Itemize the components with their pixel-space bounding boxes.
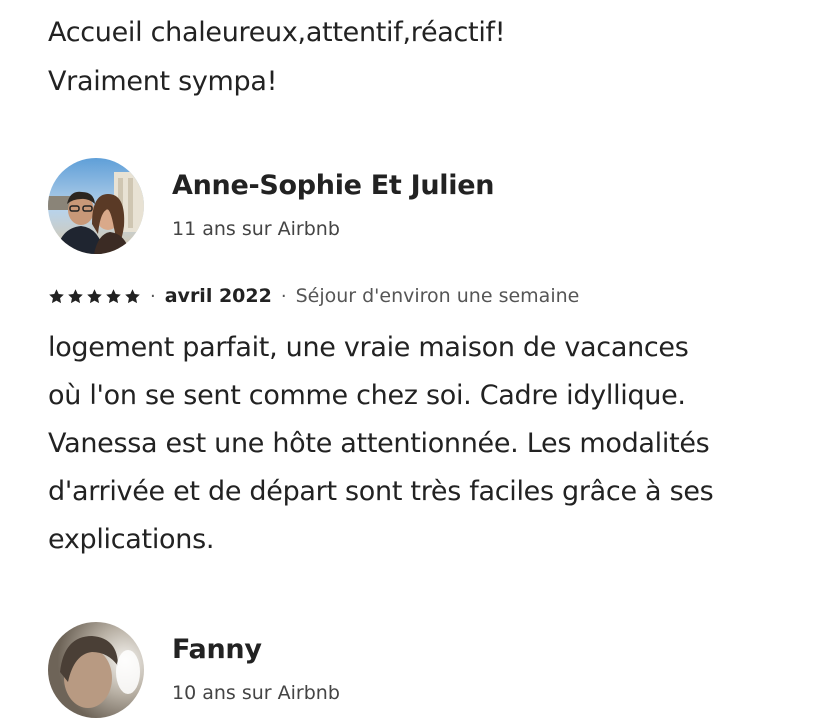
previous-review-line: Accueil chaleureux,attentif,réactif!: [48, 17, 506, 48]
star-icon: [106, 288, 121, 303]
meta-separator: ·: [280, 285, 287, 307]
reviews-page: { "previous_review": { "lines": [ "Accue…: [0, 0, 828, 718]
reviewer-name[interactable]: Fanny: [172, 634, 262, 665]
review-text-line: logement parfait, une vraie maison de va…: [48, 332, 689, 363]
review-card: Anne-Sophie Et Julien 11 ans sur Airbnb …: [48, 158, 788, 555]
previous-review-text: Accueil chaleureux,attentif,réactif! Vra…: [48, 8, 788, 106]
review-header: Anne-Sophie Et Julien 11 ans sur Airbnb: [48, 158, 788, 254]
previous-review-line: Vraiment sympa!: [48, 66, 278, 97]
star-icon: [87, 288, 102, 303]
person-photo-avatar-icon: [48, 622, 144, 718]
star-icon: [68, 288, 83, 303]
star-icon: [49, 288, 64, 303]
review-meta: · avril 2022 · Séjour d'environ une sema…: [48, 282, 579, 310]
review-text-line: explications.: [48, 524, 215, 555]
rating-stars: [48, 288, 141, 305]
review-text-line: où l'on se sent comme chez soi. Cadre id…: [48, 380, 686, 411]
stay-duration: Séjour d'environ une semaine: [295, 285, 580, 307]
review-card: Fanny 10 ans sur Airbnb: [48, 622, 788, 718]
review-date: avril 2022: [164, 285, 272, 307]
review-text: logement parfait, une vraie maison de va…: [48, 324, 788, 564]
review-text-line: d'arrivée et de départ sont très faciles…: [48, 476, 714, 507]
reviewer-tenure: 11 ans sur Airbnb: [172, 218, 340, 240]
reviewer-tenure: 10 ans sur Airbnb: [172, 682, 340, 704]
star-icon: [125, 288, 140, 303]
reviewer-name[interactable]: Anne-Sophie Et Julien: [172, 170, 494, 201]
couple-photo-avatar-icon: [48, 158, 144, 254]
review-text-line: Vanessa est une hôte attentionnée. Les m…: [48, 428, 710, 459]
reviewer-avatar[interactable]: [48, 158, 144, 254]
meta-separator: ·: [150, 285, 156, 307]
reviewer-avatar[interactable]: [48, 622, 144, 718]
review-header: Fanny 10 ans sur Airbnb: [48, 622, 788, 718]
